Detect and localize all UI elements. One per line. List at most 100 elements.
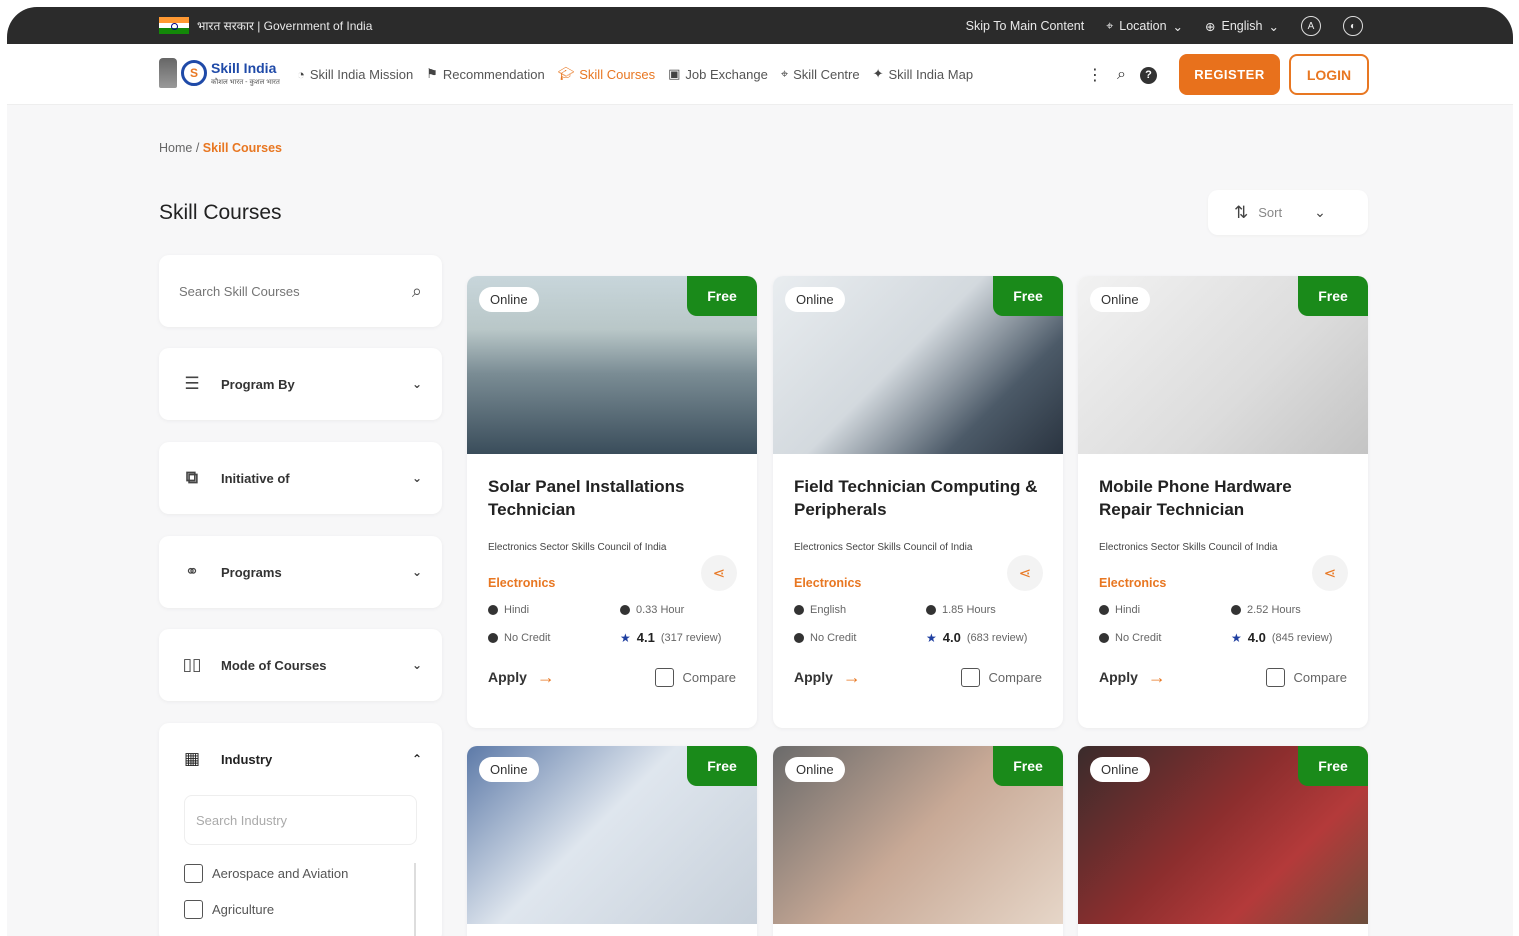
language-selector[interactable]: ⊕ English ⌄ xyxy=(1205,19,1279,34)
help-icon[interactable]: ? xyxy=(1139,66,1157,84)
checkbox[interactable] xyxy=(184,899,203,919)
handshake-icon: ⚭ xyxy=(184,562,200,581)
credit-icon xyxy=(488,632,498,643)
chevron-down-icon: ⌄ xyxy=(411,471,422,485)
course-image: Online Free xyxy=(1078,276,1368,454)
compare-label: Compare xyxy=(988,669,1042,685)
grid-icon: ▦ xyxy=(183,749,201,768)
login-button[interactable]: LOGIN xyxy=(1289,54,1369,95)
free-badge: Free xyxy=(687,746,757,786)
filter-initiative-of[interactable]: ⧉ Initiative of ⌄ xyxy=(159,442,442,514)
app-frame: भारत सरकार | Government of India Skip To… xyxy=(7,7,1513,936)
compare-checkbox[interactable]: Compare xyxy=(1265,667,1347,687)
course-search-input[interactable] xyxy=(179,283,412,299)
language-label: English xyxy=(1221,19,1263,33)
filter-mode-of-courses[interactable]: ▯▯ Mode of Courses ⌄ xyxy=(159,629,442,701)
filter-programs[interactable]: ⚭ Programs ⌄ xyxy=(159,536,442,608)
course-card[interactable]: Online Free xyxy=(467,746,757,936)
compare-checkbox[interactable]: Compare xyxy=(960,667,1042,687)
sort-label: Sort xyxy=(1258,205,1283,220)
nav-link-skill-india-map[interactable]: ✦ Skill India Map xyxy=(873,66,973,82)
share-icon[interactable]: ⋖ xyxy=(701,555,737,591)
course-card[interactable]: Online Free Solar Panel Installations Te… xyxy=(467,276,757,728)
site-logo[interactable]: S Skill India कौशल भारत - कुशल भारत xyxy=(159,58,280,88)
india-flag-icon xyxy=(159,17,189,34)
industry-header[interactable]: ▦ Industry ⌃ xyxy=(179,723,422,795)
course-card[interactable]: Online Free xyxy=(1078,746,1368,936)
breadcrumb-home[interactable]: Home xyxy=(159,141,192,155)
star-icon: ★ xyxy=(926,630,937,645)
sort-dropdown[interactable]: ⇅ Sort ⌄ xyxy=(1208,190,1368,235)
india-map-icon: ✦ xyxy=(872,66,884,81)
chevron-down-icon: ⌄ xyxy=(1314,204,1326,220)
filter-program-by[interactable]: ☰ Program By ⌄ xyxy=(159,348,442,420)
nav-link-recommendation[interactable]: ⚑ Recommendation xyxy=(426,66,545,82)
checkbox[interactable] xyxy=(1265,667,1285,687)
location-pin-icon: ⌖ xyxy=(1106,18,1114,33)
credit-icon xyxy=(794,632,804,643)
course-title[interactable]: Solar Panel Installations Technician xyxy=(488,475,736,521)
skill-india-mark-icon: S xyxy=(181,60,207,86)
apply-label: Apply xyxy=(488,669,527,685)
star-icon: ★ xyxy=(620,630,631,645)
language-icon xyxy=(488,605,498,615)
graduation-cap-icon: 🎓︎ xyxy=(557,66,575,81)
course-card[interactable]: Online Free xyxy=(773,746,1063,936)
course-reviews: (683 review) xyxy=(966,631,1028,644)
compare-checkbox[interactable]: Compare xyxy=(654,667,736,687)
nav-label: Skill Courses xyxy=(579,66,656,82)
language-icon xyxy=(1099,605,1109,615)
more-menu-icon[interactable]: ⋮ xyxy=(1087,65,1103,85)
share-icon[interactable]: ⋖ xyxy=(1007,555,1043,591)
course-card[interactable]: Online Free Mobile Phone Hardware Repair… xyxy=(1078,276,1368,728)
clock-icon xyxy=(926,605,936,615)
share-icon[interactable]: ⋖ xyxy=(1312,555,1348,591)
industry-scrollbar[interactable] xyxy=(414,863,416,936)
location-selector[interactable]: ⌖ Location ⌄ xyxy=(1106,19,1183,34)
course-image: Online Free xyxy=(467,276,757,454)
course-image: Online Free xyxy=(773,746,1063,924)
checkbox[interactable] xyxy=(960,667,980,687)
contrast-icon[interactable]: ◐ xyxy=(1343,16,1363,36)
industry-option[interactable]: Agriculture xyxy=(184,891,422,927)
chevron-down-icon: ⌄ xyxy=(1268,19,1279,34)
industry-option[interactable]: Aerospace and Aviation xyxy=(184,855,422,891)
accessibility-icon[interactable]: A xyxy=(1301,16,1321,36)
nav-link-skill-courses[interactable]: 🎓︎ Skill Courses xyxy=(558,66,655,82)
free-badge: Free xyxy=(687,276,757,316)
checkbox[interactable] xyxy=(184,863,203,883)
industry-search-input[interactable]: Search Industry xyxy=(184,795,417,845)
breadcrumb-current: Skill Courses xyxy=(202,141,282,155)
gov-bar: भारत सरकार | Government of India Skip To… xyxy=(7,7,1513,44)
checkbox[interactable] xyxy=(654,667,674,687)
course-image: Online Free xyxy=(773,276,1063,454)
course-duration: 0.33 Hour xyxy=(636,604,685,616)
filter-industry: ▦ Industry ⌃ Search Industry Aerospace a… xyxy=(159,723,442,936)
course-title[interactable]: Mobile Phone Hardware Repair Technician xyxy=(1099,475,1347,521)
course-image: Online Free xyxy=(467,746,757,924)
chevron-down-icon: ⌄ xyxy=(411,377,422,391)
flag-icon: ⚑ xyxy=(426,66,438,81)
skip-to-main-link[interactable]: Skip To Main Content xyxy=(966,19,1085,33)
nav-link-skill-centre[interactable]: ⌖ Skill Centre xyxy=(781,66,860,82)
course-search-box: ⌕ xyxy=(159,255,442,327)
apply-button[interactable]: Apply → xyxy=(794,667,861,688)
language-icon xyxy=(794,605,804,615)
apply-button[interactable]: Apply → xyxy=(1099,667,1166,688)
mode-badge: Online xyxy=(785,287,845,312)
nav-link-job-exchange[interactable]: ▣ Job Exchange xyxy=(668,66,768,82)
course-language: Hindi xyxy=(504,604,530,616)
course-title[interactable]: Field Technician Computing & Peripherals xyxy=(794,475,1042,521)
apply-button[interactable]: Apply → xyxy=(488,667,555,688)
compare-label: Compare xyxy=(1293,669,1347,685)
course-card[interactable]: Online Free Field Technician Computing &… xyxy=(773,276,1063,728)
search-icon[interactable]: ⌕ xyxy=(412,281,422,302)
nav-link-skill-india-mission[interactable]: ◔ Skill India Mission xyxy=(297,67,413,82)
register-button[interactable]: REGISTER xyxy=(1179,54,1280,95)
mode-badge: Online xyxy=(1090,287,1150,312)
credit-icon xyxy=(1099,632,1109,643)
course-rating: 4.0 xyxy=(942,630,961,645)
course-image: Online Free xyxy=(1078,746,1368,924)
search-icon[interactable]: ⌕ xyxy=(1117,66,1126,84)
copy-icon: ⧉ xyxy=(185,468,199,487)
